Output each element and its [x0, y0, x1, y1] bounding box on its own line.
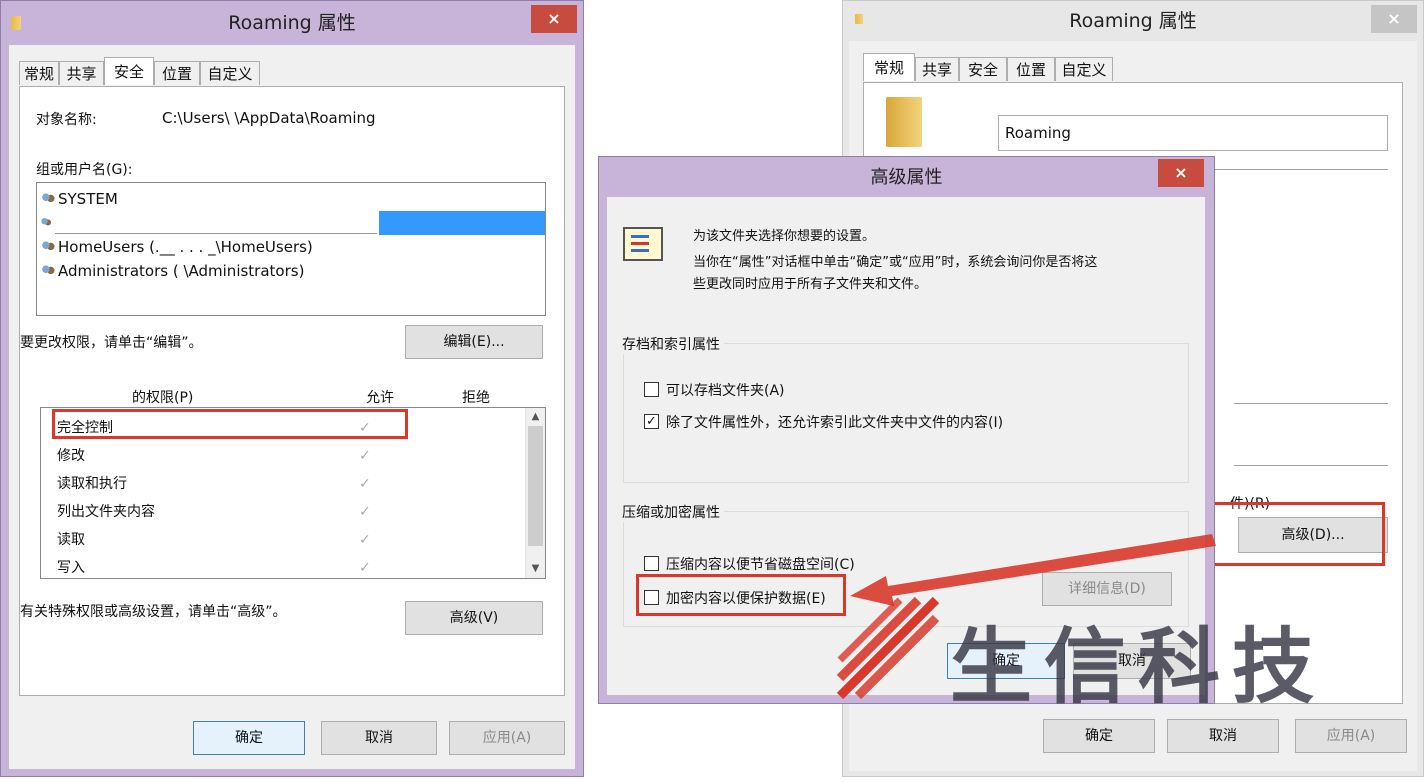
watermark-text: 生信科技 [950, 620, 1327, 715]
tab-security[interactable]: 安全 [104, 57, 154, 85]
watermark-logo-icon [836, 596, 940, 700]
tab-general[interactable]: 常规 [863, 53, 915, 81]
